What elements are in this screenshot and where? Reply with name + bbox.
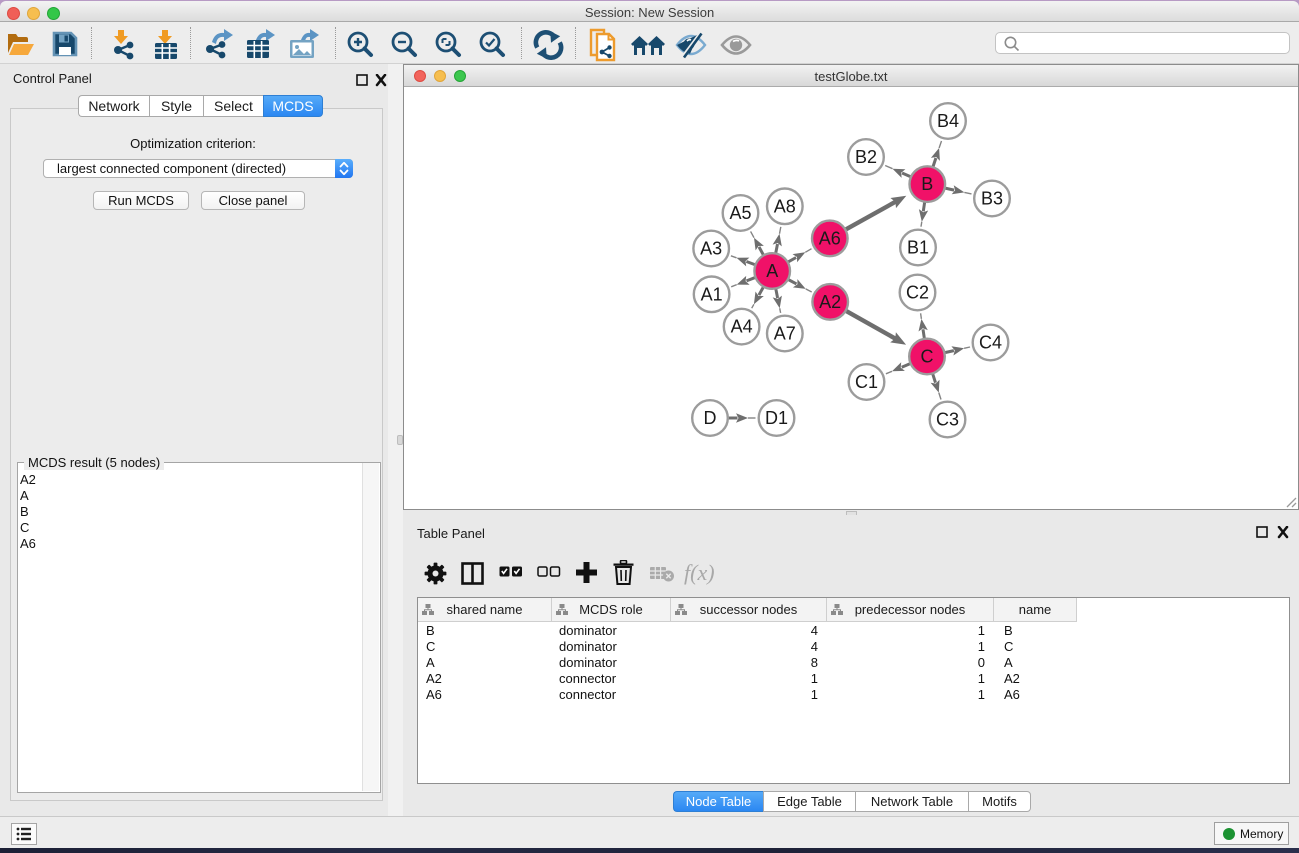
svg-text:A8: A8 [774,196,796,216]
svg-text:D: D [704,408,717,428]
svg-text:B: B [921,174,933,194]
svg-text:B2: B2 [855,147,877,167]
svg-text:A4: A4 [731,317,753,337]
svg-text:A5: A5 [729,203,751,223]
svg-text:C2: C2 [906,283,929,303]
svg-text:A2: A2 [819,292,841,312]
svg-text:A6: A6 [819,228,841,248]
svg-text:B1: B1 [907,238,929,258]
svg-text:C: C [921,347,934,367]
svg-text:C1: C1 [855,372,878,392]
svg-text:A3: A3 [700,239,722,259]
svg-text:C3: C3 [936,410,959,430]
svg-text:A: A [766,261,778,281]
svg-text:A7: A7 [774,324,796,344]
svg-text:B4: B4 [937,111,959,131]
svg-text:D1: D1 [765,408,788,428]
svg-text:C4: C4 [979,333,1002,353]
svg-text:A1: A1 [701,284,723,304]
svg-text:B3: B3 [981,189,1003,209]
